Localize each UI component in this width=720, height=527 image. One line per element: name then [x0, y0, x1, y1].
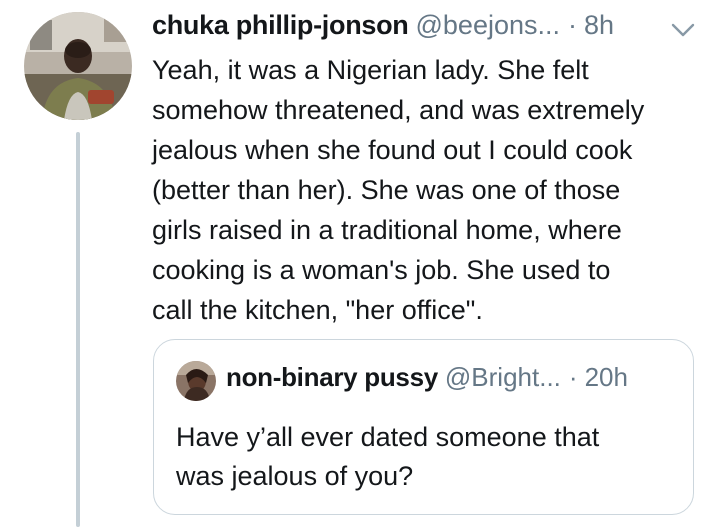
tweet-text: Yeah, it was a Nigerian lady. She felt s…: [152, 50, 712, 330]
quoted-author-handle: @Bright...: [444, 362, 561, 392]
quoted-tweet-text-line: Have y’all ever dated someone that: [176, 422, 600, 452]
tweet-text-line: cooking is a woman's job. She used to: [152, 255, 611, 285]
tweet-text-line: girls raised in a traditional home, wher…: [152, 215, 622, 245]
author-name[interactable]: chuka phillip-jonson: [152, 10, 409, 41]
tweet-text-line: call the kitchen, "her office".: [152, 295, 483, 325]
quoted-tweet-text: Have y’all ever dated someone that was j…: [176, 418, 676, 496]
author-avatar-image: [24, 12, 132, 120]
quoted-tweet-card[interactable]: non-binary pussy @Bright... · 20h Have y…: [153, 339, 694, 515]
author-handle[interactable]: @beejons...: [416, 10, 561, 41]
tweet-timestamp[interactable]: 8h: [584, 10, 614, 41]
chevron-down-icon: [671, 23, 695, 37]
quoted-tweet-header: non-binary pussy @Bright... · 20h: [226, 362, 628, 396]
quoted-header-separator: ·: [568, 362, 578, 392]
quoted-tweet-text-line: was jealous of you?: [176, 461, 414, 491]
tweet-text-line: somehow threatened, and was extremely: [152, 95, 645, 125]
tweet-text-line: jealous when she found out I could cook: [152, 135, 633, 165]
quoted-author-avatar-image: [176, 361, 216, 401]
tweet-text-line: Yeah, it was a Nigerian lady. She felt: [152, 55, 589, 85]
tweet-text-line: (better than her). She was one of those: [152, 175, 621, 205]
header-separator: ·: [568, 10, 577, 40]
quoted-tweet-timestamp: 20h: [584, 362, 628, 392]
author-avatar[interactable]: [24, 12, 132, 120]
quoted-author-name: non-binary pussy: [226, 362, 438, 392]
thread-connector-line: [76, 132, 80, 527]
quoted-author-avatar: [176, 361, 216, 401]
tweet-menu-button[interactable]: [670, 22, 696, 38]
tweet-header: chuka phillip-jonson @beejons... · 8h: [152, 10, 712, 46]
